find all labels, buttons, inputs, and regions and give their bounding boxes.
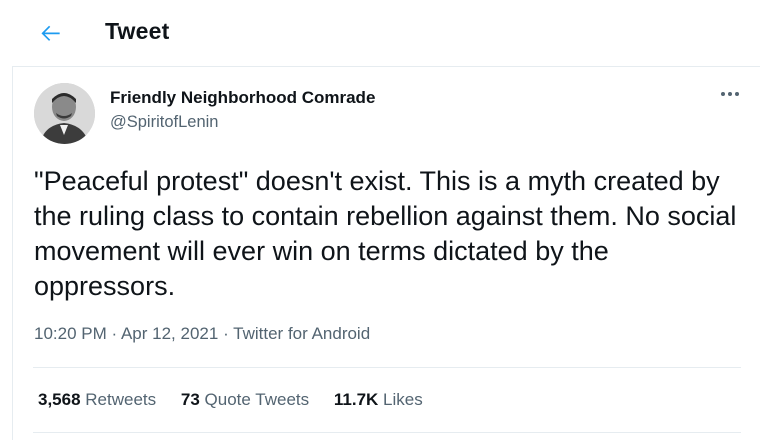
retweets-count: 3,568	[38, 390, 81, 409]
likes-stat[interactable]: 11.7K Likes	[334, 390, 423, 410]
tweet-stats: 3,568 Retweets 73 Quote Tweets 11.7K Lik…	[38, 390, 443, 410]
meta-separator: ·	[223, 324, 229, 343]
quote-tweets-count: 73	[180, 390, 200, 409]
tweet-text: "Peaceful protest" doesn't exist. This i…	[34, 166, 737, 301]
retweets-label: Retweets	[85, 390, 157, 409]
likes-count: 11.7K	[333, 390, 379, 409]
avatar-image	[34, 83, 95, 144]
back-button[interactable]	[38, 20, 64, 46]
divider	[33, 432, 741, 433]
meta-separator: ·	[111, 324, 118, 343]
author-handle[interactable]: @SpiritofLenin	[110, 113, 218, 132]
more-horizontal-icon	[721, 92, 739, 96]
divider	[33, 367, 741, 368]
tweet-time[interactable]: 10:20 PM	[34, 324, 107, 343]
likes-label: Likes	[383, 390, 423, 409]
avatar[interactable]	[34, 83, 95, 144]
quote-tweets-stat[interactable]: 73 Quote Tweets	[181, 390, 309, 410]
arrow-left-icon	[41, 25, 60, 41]
more-options-button[interactable]	[719, 84, 741, 104]
page-title: Tweet	[105, 18, 170, 44]
retweets-stat[interactable]: 3,568 Retweets	[38, 390, 156, 410]
author-name[interactable]: Friendly Neighborhood Comrade	[110, 88, 375, 108]
quote-tweets-label: Quote Tweets	[204, 390, 310, 409]
top-bar: Tweet	[0, 0, 760, 66]
tweet-source[interactable]: Twitter for Android	[233, 324, 370, 343]
tweet-date[interactable]: Apr 12, 2021	[121, 324, 218, 343]
tweet-meta: 10:20 PM · Apr 12, 2021 · Twitter for An…	[34, 324, 370, 344]
